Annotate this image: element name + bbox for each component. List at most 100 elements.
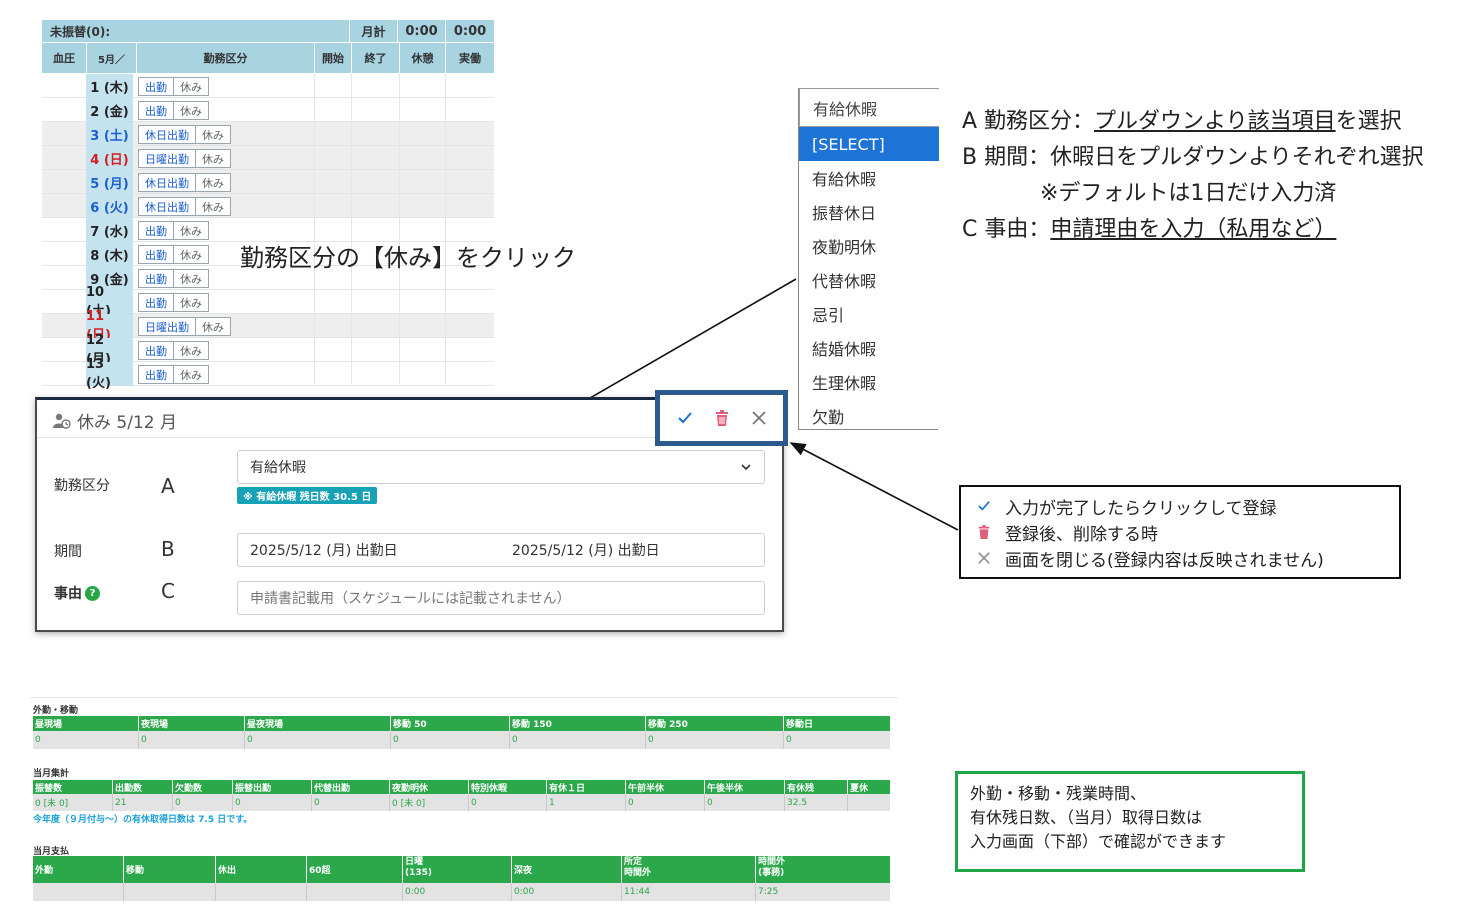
column-header: 所定 時間外 — [621, 856, 755, 883]
chevron-down-icon — [741, 464, 751, 471]
cell-value: 0 [未 0] — [35, 799, 69, 809]
column-header: 午後半休 — [704, 780, 784, 794]
cell-value: 0 — [172, 794, 232, 811]
label-reason: 事由 ? — [54, 583, 100, 603]
column-header: 深夜 — [511, 856, 621, 883]
column-header: 移動 — [123, 856, 215, 883]
column-header: 振替出勤 — [232, 780, 311, 794]
cell-value: 0 — [509, 731, 645, 749]
reason-input[interactable]: 申請書記載用（スケジュールには記載されません） — [237, 581, 765, 615]
cell-value: 0:00 — [402, 883, 511, 901]
column-header: 特別休暇 — [468, 780, 546, 794]
trash-icon[interactable] — [714, 409, 730, 427]
instruction-c: C 事由：申請理由を入力（私用など） — [962, 217, 1337, 242]
cell-value: 0 — [645, 731, 783, 749]
modal-title: 休み 5/12 月 — [53, 408, 177, 433]
arrow-to-icon-box — [789, 442, 959, 531]
column-header: 移動 50 — [390, 716, 509, 731]
user-clock-icon — [53, 413, 71, 429]
column-header: 日曜 (135) — [402, 856, 511, 883]
column-header: 代替出勤 — [311, 780, 389, 794]
instruction-b: B 期間：休暇日をプルダウンよりそれぞれ選択 — [962, 145, 1424, 170]
close-icon — [978, 552, 990, 564]
cell-value: 0 — [138, 731, 244, 749]
legend-confirm: 入力が完了したらクリックして登録 — [975, 493, 1385, 519]
monthly-value-row: 0 [未 0] 21 0 0 0 0 [未 0] 0 1 0 0 32.5 — [33, 794, 890, 811]
cell-value — [123, 883, 215, 901]
cell-value: 0 — [311, 794, 389, 811]
payment-header-row: 外勤 移動 休出 60超 日曜 (135) 深夜 所定 時間外 時間外 (事務) — [33, 856, 890, 883]
column-header: 有休残 — [784, 780, 847, 794]
cell-value: 0 — [704, 794, 784, 811]
letter-c: C — [161, 579, 175, 603]
modal-action-icons — [655, 390, 788, 446]
outside-header-row: 昼現場 夜現場 昼夜現場 移動 50 移動 150 移動 250 移動日 — [33, 716, 890, 731]
close-icon[interactable] — [751, 410, 767, 426]
column-header: 振替数 — [35, 783, 63, 794]
monthly-header-row: 振替数 出勤数 欠勤数 振替出勤 代替出勤 夜勤明休 特別休暇 有休１日 午前半休 午後半休 有休残… — [33, 780, 890, 794]
paid-leave-remaining-badge: ※ 有給休暇 残日数 30.5 日 — [237, 487, 378, 504]
letter-a: A — [161, 474, 175, 498]
outside-value-row: 0000000 — [33, 731, 890, 749]
column-header: 昼夜現場 — [244, 716, 390, 731]
label-period: 期間 — [54, 544, 82, 560]
section-title-monthly: 当月集計 — [33, 769, 70, 779]
cell-value: 0:00 — [511, 883, 621, 901]
payment-value-row: 0:00 0:00 11:44 7:25 — [33, 883, 890, 901]
check-icon — [978, 501, 990, 511]
column-header: 移動 250 — [645, 716, 783, 731]
column-header: 時間外 (事務) — [755, 856, 890, 883]
column-header: 夜現場 — [138, 716, 244, 731]
cell-value: 21 — [112, 794, 172, 811]
section-title-outside: 外勤・移動 — [33, 706, 79, 716]
cell-value: 0 — [232, 794, 311, 811]
legend-delete: 登録後、削除する時 — [975, 519, 1385, 545]
cell-value: 7:25 — [755, 883, 890, 901]
period-from-select[interactable]: 2025/5/12 (月) 出勤日 — [237, 533, 501, 567]
note-line-1: 外勤・移動・残業時間、 — [970, 784, 1147, 803]
summary-divider — [30, 697, 898, 698]
cell-value — [215, 883, 306, 901]
column-header: 午前半休 — [625, 780, 704, 794]
instruction-b-note: ※デフォルトは1日だけ入力済 — [1040, 181, 1337, 206]
column-header: 有休１日 — [546, 780, 625, 794]
column-header: 出勤数 — [112, 780, 172, 794]
cell-value: 0 [未 0] — [389, 794, 468, 811]
cell-value — [847, 794, 890, 811]
column-header: 夏休 — [847, 780, 890, 794]
column-header: 夜勤明休 — [389, 780, 468, 794]
monthly-summary-table: 振替数 出勤数 欠勤数 振替出勤 代替出勤 夜勤明休 特別休暇 有休１日 午前半休 午後半休 有休残… — [33, 780, 890, 811]
instruction-a: A 勤務区分：プルダウンより該当項目を選択 — [962, 109, 1402, 134]
cell-value: 0 — [244, 731, 390, 749]
cell-value — [33, 883, 123, 901]
label-work-type: 勤務区分 — [54, 478, 110, 494]
column-header: 休出 — [215, 856, 306, 883]
note-line-2: 有休残日数、（当月）取得日数は — [970, 808, 1203, 827]
payment-table: 外勤 移動 休出 60超 日曜 (135) 深夜 所定 時間外 時間外 (事務) 0:00 0:0… — [33, 856, 890, 901]
work-type-select[interactable]: 有給休暇 — [237, 450, 765, 484]
column-header: 外勤 — [35, 866, 54, 876]
paid-leave-year-note: 今年度（９月付与～）の有休取得日数は 7.5 日です。 — [33, 815, 253, 825]
letter-b: B — [161, 537, 175, 561]
cell-value: 0 — [783, 731, 890, 749]
cell-value: 11:44 — [621, 883, 755, 901]
note-line-3: 入力画面（下部）で確認ができます — [970, 832, 1227, 851]
trash-icon — [978, 525, 990, 539]
column-header: 欠勤数 — [172, 780, 232, 794]
column-header: 移動 150 — [509, 716, 645, 731]
icon-legend-box: 入力が完了したらクリックして登録 登録後、削除する時 画面を閉じる(登録内容は反… — [959, 485, 1401, 579]
summary-note-box: 外勤・移動・残業時間、 有休残日数、（当月）取得日数は 入力画面（下部）で確認が… — [955, 771, 1305, 872]
help-icon[interactable]: ? — [85, 585, 100, 601]
cell-value: 0 — [468, 794, 546, 811]
column-header: 昼現場 — [35, 720, 63, 730]
cell-value: 1 — [546, 794, 625, 811]
cell-value: 0 — [390, 731, 509, 749]
cell-value: 32.5 — [784, 794, 847, 811]
cell-value: 0 — [35, 735, 41, 745]
legend-close: 画面を閉じる(登録内容は反映されません) — [975, 545, 1385, 571]
period-to-select[interactable]: 2025/5/12 (月) 出勤日 — [500, 533, 765, 567]
column-header: 60超 — [306, 856, 402, 883]
column-header: 移動日 — [783, 716, 890, 731]
outside-move-table: 昼現場 夜現場 昼夜現場 移動 50 移動 150 移動 250 移動日 0 0 0 0 0 0 0 — [33, 716, 890, 749]
check-icon[interactable] — [677, 411, 693, 425]
